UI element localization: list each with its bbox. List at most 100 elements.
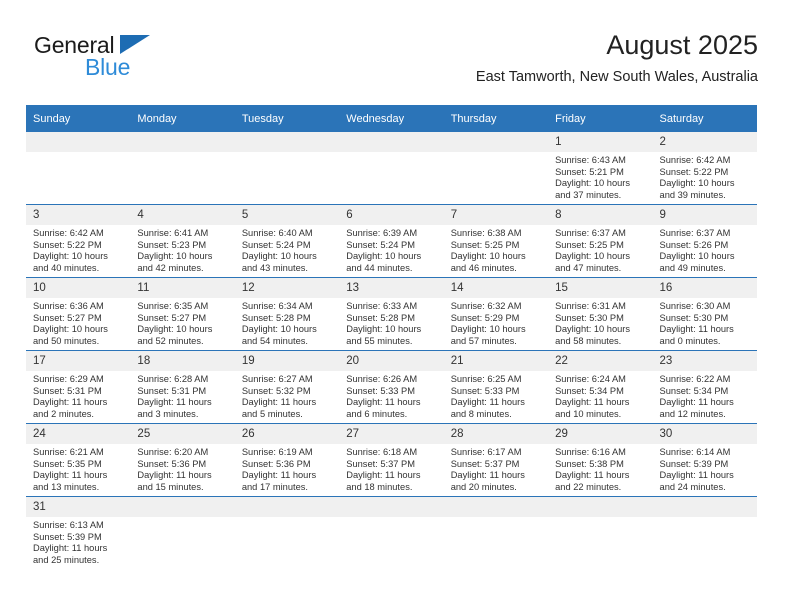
title-block: August 2025 East Tamworth, New South Wal… — [476, 28, 758, 88]
day-number: 8 — [548, 205, 653, 225]
sunset-text: Sunset: 5:21 PM — [555, 166, 624, 177]
day-number — [443, 497, 549, 517]
day-number: 26 — [234, 424, 340, 444]
daylight-text-cont: and 52 minutes. — [137, 335, 204, 346]
calendar-day-cell[interactable]: 25 Sunrise: 6:20 AM Sunset: 5:36 PM Dayligh… — [130, 423, 235, 497]
calendar-table: Sunday Monday Tuesday Wednesday Thursday… — [26, 105, 757, 569]
logo-text-blue: Blue — [85, 54, 131, 80]
sunset-text: Sunset: 5:33 PM — [450, 385, 520, 396]
daylight-text-cont: and 58 minutes. — [555, 335, 622, 346]
day-number — [652, 497, 757, 517]
calendar-day-cell-empty — [443, 132, 549, 205]
sunset-text: Sunset: 5:31 PM — [33, 385, 102, 396]
sunrise-text: Sunrise: 6:24 AM — [555, 374, 626, 384]
calendar-day-cell[interactable]: 5 Sunrise: 6:40 AM Sunset: 5:24 PM Daylight… — [234, 204, 340, 278]
calendar-day-cell[interactable]: 7 Sunrise: 6:38 AM Sunset: 5:25 PM Daylight… — [443, 204, 549, 278]
daylight-text-cont: and 39 minutes. — [659, 189, 726, 200]
calendar-day-cell[interactable]: 20 Sunrise: 6:26 AM Sunset: 5:33 PM Dayligh… — [339, 350, 444, 424]
daylight-text: Daylight: 10 hours — [346, 324, 422, 335]
calendar-day-cell[interactable]: 1 Sunrise: 6:43 AM Sunset: 5:21 PM Daylight… — [548, 132, 653, 205]
calendar-day-cell[interactable]: 12 Sunrise: 6:34 AM Sunset: 5:28 PM Dayligh… — [234, 277, 340, 351]
sunset-text: Sunset: 5:34 PM — [659, 385, 729, 396]
day-sun-info: Sunrise: 6:24 AM Sunset: 5:34 PM Daylight:… — [548, 371, 652, 420]
day-sun-info: Sunrise: 6:20 AM Sunset: 5:36 PM Daylight:… — [130, 444, 234, 493]
calendar-day-cell[interactable]: 11 Sunrise: 6:35 AM Sunset: 5:27 PM Dayligh… — [130, 277, 235, 351]
calendar-day-cell[interactable]: 17 Sunrise: 6:29 AM Sunset: 5:31 PM Dayligh… — [26, 350, 131, 424]
sunset-text: Sunset: 5:24 PM — [241, 239, 311, 250]
daylight-text-cont: and 47 minutes. — [555, 262, 622, 273]
calendar-day-cell-empty — [443, 497, 549, 570]
daylight-text-cont: and 37 minutes. — [555, 189, 622, 200]
calendar-day-cell[interactable]: 4 Sunrise: 6:41 AM Sunset: 5:23 PM Daylight… — [130, 204, 235, 278]
calendar-day-cell-empty — [339, 132, 444, 205]
daylight-text: Daylight: 11 hours — [33, 543, 108, 554]
day-sun-info: Sunrise: 6:35 AM Sunset: 5:27 PM Daylight:… — [130, 298, 234, 347]
sunset-text: Sunset: 5:24 PM — [346, 239, 415, 250]
calendar-day-cell[interactable]: 22 Sunrise: 6:24 AM Sunset: 5:34 PM Dayligh… — [548, 350, 653, 424]
calendar-day-cell[interactable]: 26 Sunrise: 6:19 AM Sunset: 5:36 PM Dayligh… — [234, 423, 340, 497]
day-number: 30 — [652, 424, 757, 444]
weekday-header-tuesday: Tuesday — [234, 105, 340, 132]
daylight-text: Daylight: 10 hours — [555, 324, 631, 335]
calendar-day-cell[interactable]: 3 Sunrise: 6:42 AM Sunset: 5:22 PM Daylight… — [26, 204, 131, 278]
calendar-day-cell[interactable]: 8 Sunrise: 6:37 AM Sunset: 5:25 PM Daylight… — [548, 204, 653, 278]
calendar-day-cell[interactable]: 19 Sunrise: 6:27 AM Sunset: 5:32 PM Dayligh… — [234, 350, 340, 424]
sunrise-text: Sunrise: 6:29 AM — [33, 374, 104, 384]
day-sun-info: Sunrise: 6:21 AM Sunset: 5:35 PM Daylight:… — [26, 444, 130, 493]
calendar-day-cell-empty — [130, 497, 235, 570]
day-sun-info: Sunrise: 6:40 AM Sunset: 5:24 PM Daylight:… — [235, 225, 339, 274]
sunset-text: Sunset: 5:30 PM — [659, 312, 729, 323]
day-sun-info: Sunrise: 6:30 AM Sunset: 5:30 PM Daylight:… — [653, 298, 757, 347]
daylight-text: Daylight: 11 hours — [241, 397, 317, 408]
sunset-text: Sunset: 5:23 PM — [137, 239, 207, 250]
sunrise-text: Sunrise: 6:18 AM — [346, 447, 418, 457]
day-number — [339, 497, 444, 517]
calendar-day-cell[interactable]: 13 Sunrise: 6:33 AM Sunset: 5:28 PM Dayligh… — [339, 277, 444, 351]
calendar-day-cell[interactable]: 6 Sunrise: 6:39 AM Sunset: 5:24 PM Daylight… — [339, 204, 444, 278]
day-sun-info: Sunrise: 6:32 AM Sunset: 5:29 PM Daylight:… — [444, 298, 548, 347]
calendar-day-cell[interactable]: 14 Sunrise: 6:32 AM Sunset: 5:29 PM Dayligh… — [443, 277, 549, 351]
sunrise-text: Sunrise: 6:34 AM — [241, 301, 313, 311]
sunset-text: Sunset: 5:36 PM — [241, 458, 311, 469]
sunrise-text: Sunrise: 6:36 AM — [33, 301, 104, 311]
day-sun-info: Sunrise: 6:19 AM Sunset: 5:36 PM Daylight:… — [235, 444, 339, 493]
day-sun-info: Sunrise: 6:37 AM Sunset: 5:25 PM Daylight:… — [548, 225, 652, 274]
calendar-day-cell[interactable]: 21 Sunrise: 6:25 AM Sunset: 5:33 PM Dayligh… — [443, 350, 549, 424]
calendar-day-cell[interactable]: 29 Sunrise: 6:16 AM Sunset: 5:38 PM Dayligh… — [548, 423, 653, 497]
calendar-day-cell[interactable]: 23 Sunrise: 6:22 AM Sunset: 5:34 PM Dayligh… — [652, 350, 757, 424]
calendar-day-cell[interactable]: 18 Sunrise: 6:28 AM Sunset: 5:31 PM Dayligh… — [130, 350, 235, 424]
calendar-day-cell[interactable]: 27 Sunrise: 6:18 AM Sunset: 5:37 PM Dayligh… — [339, 423, 444, 497]
calendar-day-cell[interactable]: 9 Sunrise: 6:37 AM Sunset: 5:26 PM Daylight… — [652, 204, 757, 278]
daylight-text-cont: and 10 minutes. — [555, 408, 622, 419]
daylight-text-cont: and 15 minutes. — [137, 481, 204, 492]
day-number: 23 — [652, 351, 757, 371]
day-number: 24 — [26, 424, 131, 444]
daylight-text-cont: and 22 minutes. — [555, 481, 622, 492]
weekday-header-monday: Monday — [130, 105, 235, 132]
day-sun-info: Sunrise: 6:43 AM Sunset: 5:21 PM Daylight:… — [548, 152, 652, 201]
day-sun-info: Sunrise: 6:36 AM Sunset: 5:27 PM Daylight:… — [26, 298, 130, 347]
day-sun-info: Sunrise: 6:33 AM Sunset: 5:28 PM Daylight:… — [339, 298, 443, 347]
day-number — [443, 132, 549, 152]
calendar-day-cell[interactable]: 16 Sunrise: 6:30 AM Sunset: 5:30 PM Dayligh… — [652, 277, 757, 351]
day-sun-info: Sunrise: 6:29 AM Sunset: 5:31 PM Daylight:… — [26, 371, 130, 420]
calendar-day-cell[interactable]: 15 Sunrise: 6:31 AM Sunset: 5:30 PM Dayligh… — [548, 277, 653, 351]
daylight-text-cont: and 50 minutes. — [33, 335, 100, 346]
daylight-text: Daylight: 10 hours — [450, 324, 526, 335]
calendar-day-cell[interactable]: 10 Sunrise: 6:36 AM Sunset: 5:27 PM Dayligh… — [26, 277, 131, 351]
page-subtitle: East Tamworth, New South Wales, Australi… — [475, 69, 758, 85]
day-number — [234, 497, 340, 517]
day-sun-info: Sunrise: 6:39 AM Sunset: 5:24 PM Daylight:… — [339, 225, 443, 274]
calendar-day-cell[interactable]: 28 Sunrise: 6:17 AM Sunset: 5:37 PM Dayligh… — [443, 423, 549, 497]
calendar-day-cell[interactable]: 31 Sunrise: 6:13 AM Sunset: 5:39 PM Dayligh… — [26, 497, 131, 570]
daylight-text-cont: and 49 minutes. — [659, 262, 726, 273]
day-sun-info: Sunrise: 6:34 AM Sunset: 5:28 PM Daylight:… — [235, 298, 339, 347]
sunset-text: Sunset: 5:25 PM — [555, 239, 624, 250]
daylight-text-cont: and 44 minutes. — [346, 262, 413, 273]
calendar-day-cell[interactable]: 30 Sunrise: 6:14 AM Sunset: 5:39 PM Dayligh… — [652, 423, 757, 497]
sunrise-text: Sunrise: 6:42 AM — [33, 228, 104, 238]
calendar-day-cell[interactable]: 2 Sunrise: 6:42 AM Sunset: 5:22 PM Daylight… — [652, 132, 757, 205]
sunset-text: Sunset: 5:37 PM — [450, 458, 520, 469]
daylight-text-cont: and 24 minutes. — [659, 481, 726, 492]
calendar-day-cell[interactable]: 24 Sunrise: 6:21 AM Sunset: 5:35 PM Dayligh… — [26, 423, 131, 497]
